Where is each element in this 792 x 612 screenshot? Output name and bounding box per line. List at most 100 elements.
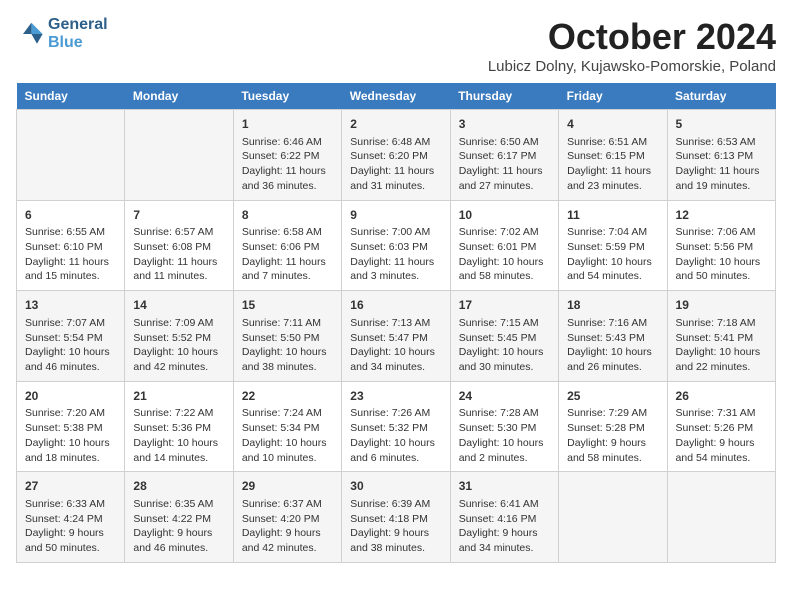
calendar-cell: 18Sunrise: 7:16 AM Sunset: 5:43 PM Dayli… (559, 291, 667, 382)
calendar-week-row: 1 Sunrise: 6:46 AM Sunset: 6:22 PM Daylig… (17, 110, 776, 201)
calendar-week-row: 13 Sunrise: 7:07 AM Sunset: 5:54 PM Dayli… (17, 291, 776, 382)
day-info: Sunrise: 7:13 AM Sunset: 5:47 PM Dayligh… (350, 316, 441, 375)
calendar-cell: 13 Sunrise: 7:07 AM Sunset: 5:54 PM Dayli… (17, 291, 125, 382)
title-block: October 2024 Lubicz Dolny, Kujawsko-Pomo… (488, 16, 776, 75)
day-number: 20 (25, 388, 116, 405)
calendar-cell: 10Sunrise: 7:02 AM Sunset: 6:01 PM Dayli… (450, 200, 558, 291)
location-subtitle: Lubicz Dolny, Kujawsko-Pomorskie, Poland (488, 58, 776, 75)
calendar-cell: 23Sunrise: 7:26 AM Sunset: 5:32 PM Dayli… (342, 381, 450, 472)
day-info: Sunrise: 7:09 AM Sunset: 5:52 PM Dayligh… (133, 316, 224, 375)
day-number: 12 (676, 207, 767, 224)
day-header-saturday: Saturday (667, 83, 775, 110)
day-number: 31 (459, 478, 550, 495)
day-number: 4 (567, 116, 658, 133)
calendar-cell: 21Sunrise: 7:22 AM Sunset: 5:36 PM Dayli… (125, 381, 233, 472)
day-number: 15 (242, 297, 333, 314)
day-number: 23 (350, 388, 441, 405)
day-info: Sunrise: 7:28 AM Sunset: 5:30 PM Dayligh… (459, 406, 550, 465)
calendar-cell: 2Sunrise: 6:48 AM Sunset: 6:20 PM Daylig… (342, 110, 450, 201)
calendar-cell: 4 Sunrise: 6:51 AM Sunset: 6:15 PM Daylig… (559, 110, 667, 201)
day-header-tuesday: Tuesday (233, 83, 341, 110)
day-number: 22 (242, 388, 333, 405)
day-info: Sunrise: 6:41 AM Sunset: 4:16 PM Dayligh… (459, 497, 550, 556)
calendar-cell: 19Sunrise: 7:18 AM Sunset: 5:41 PM Dayli… (667, 291, 775, 382)
calendar-table: SundayMondayTuesdayWednesdayThursdayFrid… (16, 83, 776, 563)
day-number: 25 (567, 388, 658, 405)
day-number: 7 (133, 207, 224, 224)
calendar-cell: 16Sunrise: 7:13 AM Sunset: 5:47 PM Dayli… (342, 291, 450, 382)
day-info: Sunrise: 7:11 AM Sunset: 5:50 PM Dayligh… (242, 316, 333, 375)
calendar-cell: 8Sunrise: 6:58 AM Sunset: 6:06 PM Daylig… (233, 200, 341, 291)
day-number: 11 (567, 207, 658, 224)
calendar-cell: 31 Sunrise: 6:41 AM Sunset: 4:16 PM Dayli… (450, 472, 558, 563)
day-info: Sunrise: 7:00 AM Sunset: 6:03 PM Dayligh… (350, 225, 441, 284)
day-number: 18 (567, 297, 658, 314)
calendar-cell: 26Sunrise: 7:31 AM Sunset: 5:26 PM Dayli… (667, 381, 775, 472)
day-info: Sunrise: 7:31 AM Sunset: 5:26 PM Dayligh… (676, 406, 767, 465)
day-info: Sunrise: 6:33 AM Sunset: 4:24 PM Dayligh… (25, 497, 116, 556)
day-info: Sunrise: 6:35 AM Sunset: 4:22 PM Dayligh… (133, 497, 224, 556)
day-number: 5 (676, 116, 767, 133)
day-info: Sunrise: 7:07 AM Sunset: 5:54 PM Dayligh… (25, 316, 116, 375)
day-number: 14 (133, 297, 224, 314)
day-header-friday: Friday (559, 83, 667, 110)
calendar-cell: 29 Sunrise: 6:37 AM Sunset: 4:20 PM Dayli… (233, 472, 341, 563)
calendar-cell: 20Sunrise: 7:20 AM Sunset: 5:38 PM Dayli… (17, 381, 125, 472)
calendar-cell: 11Sunrise: 7:04 AM Sunset: 5:59 PM Dayli… (559, 200, 667, 291)
calendar-cell: 5 Sunrise: 6:53 AM Sunset: 6:13 PM Daylig… (667, 110, 775, 201)
day-info: Sunrise: 7:20 AM Sunset: 5:38 PM Dayligh… (25, 406, 116, 465)
calendar-cell: 27Sunrise: 6:33 AM Sunset: 4:24 PM Dayli… (17, 472, 125, 563)
day-info: Sunrise: 7:26 AM Sunset: 5:32 PM Dayligh… (350, 406, 441, 465)
day-info: Sunrise: 7:04 AM Sunset: 5:59 PM Dayligh… (567, 225, 658, 284)
calendar-week-row: 27Sunrise: 6:33 AM Sunset: 4:24 PM Dayli… (17, 472, 776, 563)
calendar-cell: 22Sunrise: 7:24 AM Sunset: 5:34 PM Dayli… (233, 381, 341, 472)
day-number: 6 (25, 207, 116, 224)
calendar-cell: 28 Sunrise: 6:35 AM Sunset: 4:22 PM Dayli… (125, 472, 233, 563)
day-info: Sunrise: 7:24 AM Sunset: 5:34 PM Dayligh… (242, 406, 333, 465)
day-number: 26 (676, 388, 767, 405)
day-number: 9 (350, 207, 441, 224)
day-info: Sunrise: 7:29 AM Sunset: 5:28 PM Dayligh… (567, 406, 658, 465)
day-number: 21 (133, 388, 224, 405)
day-header-sunday: Sunday (17, 83, 125, 110)
day-info: Sunrise: 6:39 AM Sunset: 4:18 PM Dayligh… (350, 497, 441, 556)
day-header-monday: Monday (125, 83, 233, 110)
day-header-thursday: Thursday (450, 83, 558, 110)
day-info: Sunrise: 6:57 AM Sunset: 6:08 PM Dayligh… (133, 225, 224, 284)
calendar-cell: 24Sunrise: 7:28 AM Sunset: 5:30 PM Dayli… (450, 381, 558, 472)
day-number: 30 (350, 478, 441, 495)
day-info: Sunrise: 7:15 AM Sunset: 5:45 PM Dayligh… (459, 316, 550, 375)
calendar-cell: 17 Sunrise: 7:15 AM Sunset: 5:45 PM Dayli… (450, 291, 558, 382)
calendar-cell: 3Sunrise: 6:50 AM Sunset: 6:17 PM Daylig… (450, 110, 558, 201)
day-info: Sunrise: 6:46 AM Sunset: 6:22 PM Dayligh… (242, 135, 333, 194)
day-info: Sunrise: 6:37 AM Sunset: 4:20 PM Dayligh… (242, 497, 333, 556)
calendar-cell: 12Sunrise: 7:06 AM Sunset: 5:56 PM Dayli… (667, 200, 775, 291)
day-number: 13 (25, 297, 116, 314)
day-info: Sunrise: 6:58 AM Sunset: 6:06 PM Dayligh… (242, 225, 333, 284)
logo-icon (16, 20, 44, 48)
day-number: 28 (133, 478, 224, 495)
day-info: Sunrise: 6:55 AM Sunset: 6:10 PM Dayligh… (25, 225, 116, 284)
day-header-wednesday: Wednesday (342, 83, 450, 110)
day-info: Sunrise: 6:50 AM Sunset: 6:17 PM Dayligh… (459, 135, 550, 194)
calendar-cell (17, 110, 125, 201)
day-number: 29 (242, 478, 333, 495)
month-title: October 2024 (488, 16, 776, 58)
calendar-cell: 15 Sunrise: 7:11 AM Sunset: 5:50 PM Dayli… (233, 291, 341, 382)
day-number: 19 (676, 297, 767, 314)
day-info: Sunrise: 7:02 AM Sunset: 6:01 PM Dayligh… (459, 225, 550, 284)
calendar-cell: 9Sunrise: 7:00 AM Sunset: 6:03 PM Daylig… (342, 200, 450, 291)
calendar-cell: 1 Sunrise: 6:46 AM Sunset: 6:22 PM Daylig… (233, 110, 341, 201)
page-header: General Blue October 2024 Lubicz Dolny, … (16, 16, 776, 75)
day-number: 10 (459, 207, 550, 224)
day-info: Sunrise: 6:51 AM Sunset: 6:15 PM Dayligh… (567, 135, 658, 194)
calendar-cell: 30 Sunrise: 6:39 AM Sunset: 4:18 PM Dayli… (342, 472, 450, 563)
day-number: 1 (242, 116, 333, 133)
calendar-cell: 25Sunrise: 7:29 AM Sunset: 5:28 PM Dayli… (559, 381, 667, 472)
calendar-cell: 7Sunrise: 6:57 AM Sunset: 6:08 PM Daylig… (125, 200, 233, 291)
day-info: Sunrise: 6:53 AM Sunset: 6:13 PM Dayligh… (676, 135, 767, 194)
day-number: 2 (350, 116, 441, 133)
calendar-week-row: 6Sunrise: 6:55 AM Sunset: 6:10 PM Daylig… (17, 200, 776, 291)
day-number: 17 (459, 297, 550, 314)
calendar-cell: 14 Sunrise: 7:09 AM Sunset: 5:52 PM Dayli… (125, 291, 233, 382)
